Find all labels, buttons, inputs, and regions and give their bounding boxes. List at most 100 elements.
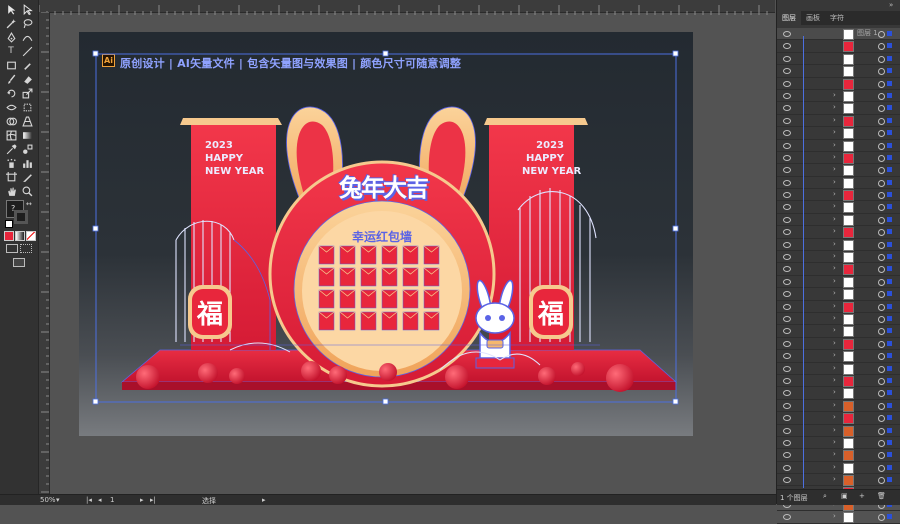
target-circle-icon[interactable] bbox=[878, 291, 885, 299]
tab-layers[interactable]: 图层 bbox=[777, 11, 801, 25]
expand-arrow-icon[interactable]: › bbox=[833, 289, 836, 297]
visibility-eye-icon[interactable] bbox=[783, 427, 791, 434]
visibility-eye-icon[interactable] bbox=[783, 179, 791, 186]
layer-row[interactable]: › bbox=[777, 313, 900, 326]
expand-arrow-icon[interactable]: › bbox=[833, 426, 836, 434]
visibility-eye-icon[interactable] bbox=[783, 303, 791, 310]
expand-arrow-icon[interactable]: › bbox=[833, 438, 836, 446]
target-circle-icon[interactable] bbox=[878, 390, 885, 398]
layer-row[interactable]: › bbox=[777, 164, 900, 177]
layer-row[interactable]: › bbox=[777, 140, 900, 152]
selection-square-icon[interactable] bbox=[887, 142, 892, 148]
visibility-eye-icon[interactable] bbox=[783, 353, 791, 360]
eyedropper-tool-icon[interactable] bbox=[4, 143, 18, 155]
target-circle-icon[interactable] bbox=[878, 179, 885, 187]
expand-arrow-icon[interactable]: › bbox=[833, 178, 836, 186]
expand-arrow-icon[interactable]: › bbox=[833, 215, 836, 223]
layer-row[interactable] bbox=[777, 65, 900, 78]
layer-row[interactable]: › bbox=[777, 152, 900, 165]
vertical-ruler[interactable] bbox=[39, 11, 50, 494]
layer-row[interactable]: › bbox=[777, 226, 900, 239]
visibility-eye-icon[interactable] bbox=[783, 452, 791, 459]
target-circle-icon[interactable] bbox=[878, 328, 885, 336]
expand-arrow-icon[interactable]: › bbox=[833, 91, 836, 99]
layer-row[interactable]: › bbox=[777, 102, 900, 115]
selection-square-icon[interactable] bbox=[887, 216, 892, 222]
selection-square-icon[interactable] bbox=[887, 204, 892, 210]
target-circle-icon[interactable] bbox=[878, 315, 885, 323]
layer-row[interactable] bbox=[777, 78, 900, 90]
layer-row[interactable]: › bbox=[777, 239, 900, 252]
layer-row[interactable]: › bbox=[777, 276, 900, 289]
artboard-number[interactable]: 1 bbox=[110, 496, 114, 504]
target-circle-icon[interactable] bbox=[878, 142, 885, 150]
stroke-swatch[interactable] bbox=[14, 210, 28, 224]
selection-square-icon[interactable] bbox=[887, 241, 892, 247]
gradient-tool-icon[interactable] bbox=[20, 129, 34, 141]
selection-square-icon[interactable] bbox=[887, 328, 892, 334]
visibility-eye-icon[interactable] bbox=[783, 365, 791, 372]
layer-row[interactable]: › bbox=[777, 90, 900, 103]
target-circle-icon[interactable] bbox=[878, 377, 885, 385]
selection-square-icon[interactable] bbox=[887, 167, 892, 173]
selection-square-icon[interactable] bbox=[887, 353, 892, 359]
layer-row[interactable]: › bbox=[777, 263, 900, 276]
selection-square-icon[interactable] bbox=[887, 266, 892, 272]
layer-row[interactable]: › bbox=[777, 251, 900, 264]
first-artboard-icon[interactable]: |◂ bbox=[86, 496, 92, 504]
shape-builder-tool-icon[interactable] bbox=[4, 115, 18, 127]
layer-row[interactable]: › bbox=[777, 115, 900, 128]
scale-tool-icon[interactable] bbox=[20, 87, 34, 99]
mesh-tool-icon[interactable] bbox=[4, 129, 18, 141]
line-tool-icon[interactable] bbox=[20, 45, 34, 57]
type-tool-icon[interactable]: T bbox=[4, 45, 18, 57]
artboard-tool-icon[interactable] bbox=[4, 171, 18, 183]
target-circle-icon[interactable] bbox=[878, 415, 885, 423]
layer-row[interactable]: › bbox=[777, 425, 900, 437]
expand-arrow-icon[interactable]: › bbox=[833, 388, 836, 396]
selection-square-icon[interactable] bbox=[887, 68, 892, 74]
expand-arrow-icon[interactable]: › bbox=[833, 165, 836, 173]
visibility-eye-icon[interactable] bbox=[783, 130, 791, 137]
selection-square-icon[interactable] bbox=[887, 192, 892, 198]
status-arrow-icon[interactable]: ▸ bbox=[262, 496, 266, 504]
target-circle-icon[interactable] bbox=[878, 92, 885, 100]
target-circle-icon[interactable] bbox=[878, 254, 885, 262]
swap-fill-stroke-icon[interactable]: ↔ bbox=[26, 200, 32, 208]
target-circle-icon[interactable] bbox=[878, 514, 885, 522]
visibility-eye-icon[interactable] bbox=[783, 377, 791, 384]
target-circle-icon[interactable] bbox=[878, 241, 885, 249]
layer-row[interactable]: › bbox=[777, 214, 900, 227]
target-circle-icon[interactable] bbox=[878, 105, 885, 113]
expand-arrow-icon[interactable]: › bbox=[833, 264, 836, 272]
target-circle-icon[interactable] bbox=[878, 204, 885, 212]
visibility-eye-icon[interactable] bbox=[783, 55, 791, 62]
layer-row[interactable] bbox=[777, 40, 900, 53]
selection-square-icon[interactable] bbox=[887, 303, 892, 309]
target-circle-icon[interactable] bbox=[878, 340, 885, 348]
target-circle-icon[interactable] bbox=[878, 229, 885, 237]
status-mode[interactable]: 选择 bbox=[202, 496, 216, 506]
expand-arrow-icon[interactable]: › bbox=[833, 141, 836, 149]
visibility-eye-icon[interactable] bbox=[783, 464, 791, 471]
selection-square-icon[interactable] bbox=[887, 105, 892, 111]
visibility-eye-icon[interactable] bbox=[783, 229, 791, 236]
visibility-eye-icon[interactable] bbox=[783, 68, 791, 75]
layer-row[interactable]: › bbox=[777, 400, 900, 413]
zoom-level[interactable]: 50% bbox=[40, 496, 56, 504]
visibility-eye-icon[interactable] bbox=[783, 31, 791, 37]
selection-square-icon[interactable] bbox=[887, 43, 892, 49]
visibility-eye-icon[interactable] bbox=[783, 415, 791, 422]
layer-row[interactable]: › bbox=[777, 387, 900, 400]
visibility-eye-icon[interactable] bbox=[783, 439, 791, 446]
layer-row[interactable]: › bbox=[777, 375, 900, 388]
layer-row[interactable]: › bbox=[777, 363, 900, 375]
expand-arrow-icon[interactable]: › bbox=[833, 364, 836, 372]
layer-row[interactable]: › bbox=[777, 437, 900, 450]
layer-row[interactable] bbox=[777, 53, 900, 66]
delete-layer-icon[interactable]: 🗑 bbox=[877, 492, 886, 500]
direct-selection-tool-icon[interactable] bbox=[20, 3, 34, 15]
column-graph-tool-icon[interactable] bbox=[20, 157, 34, 169]
expand-arrow-icon[interactable]: › bbox=[833, 512, 836, 520]
target-circle-icon[interactable] bbox=[878, 154, 885, 162]
